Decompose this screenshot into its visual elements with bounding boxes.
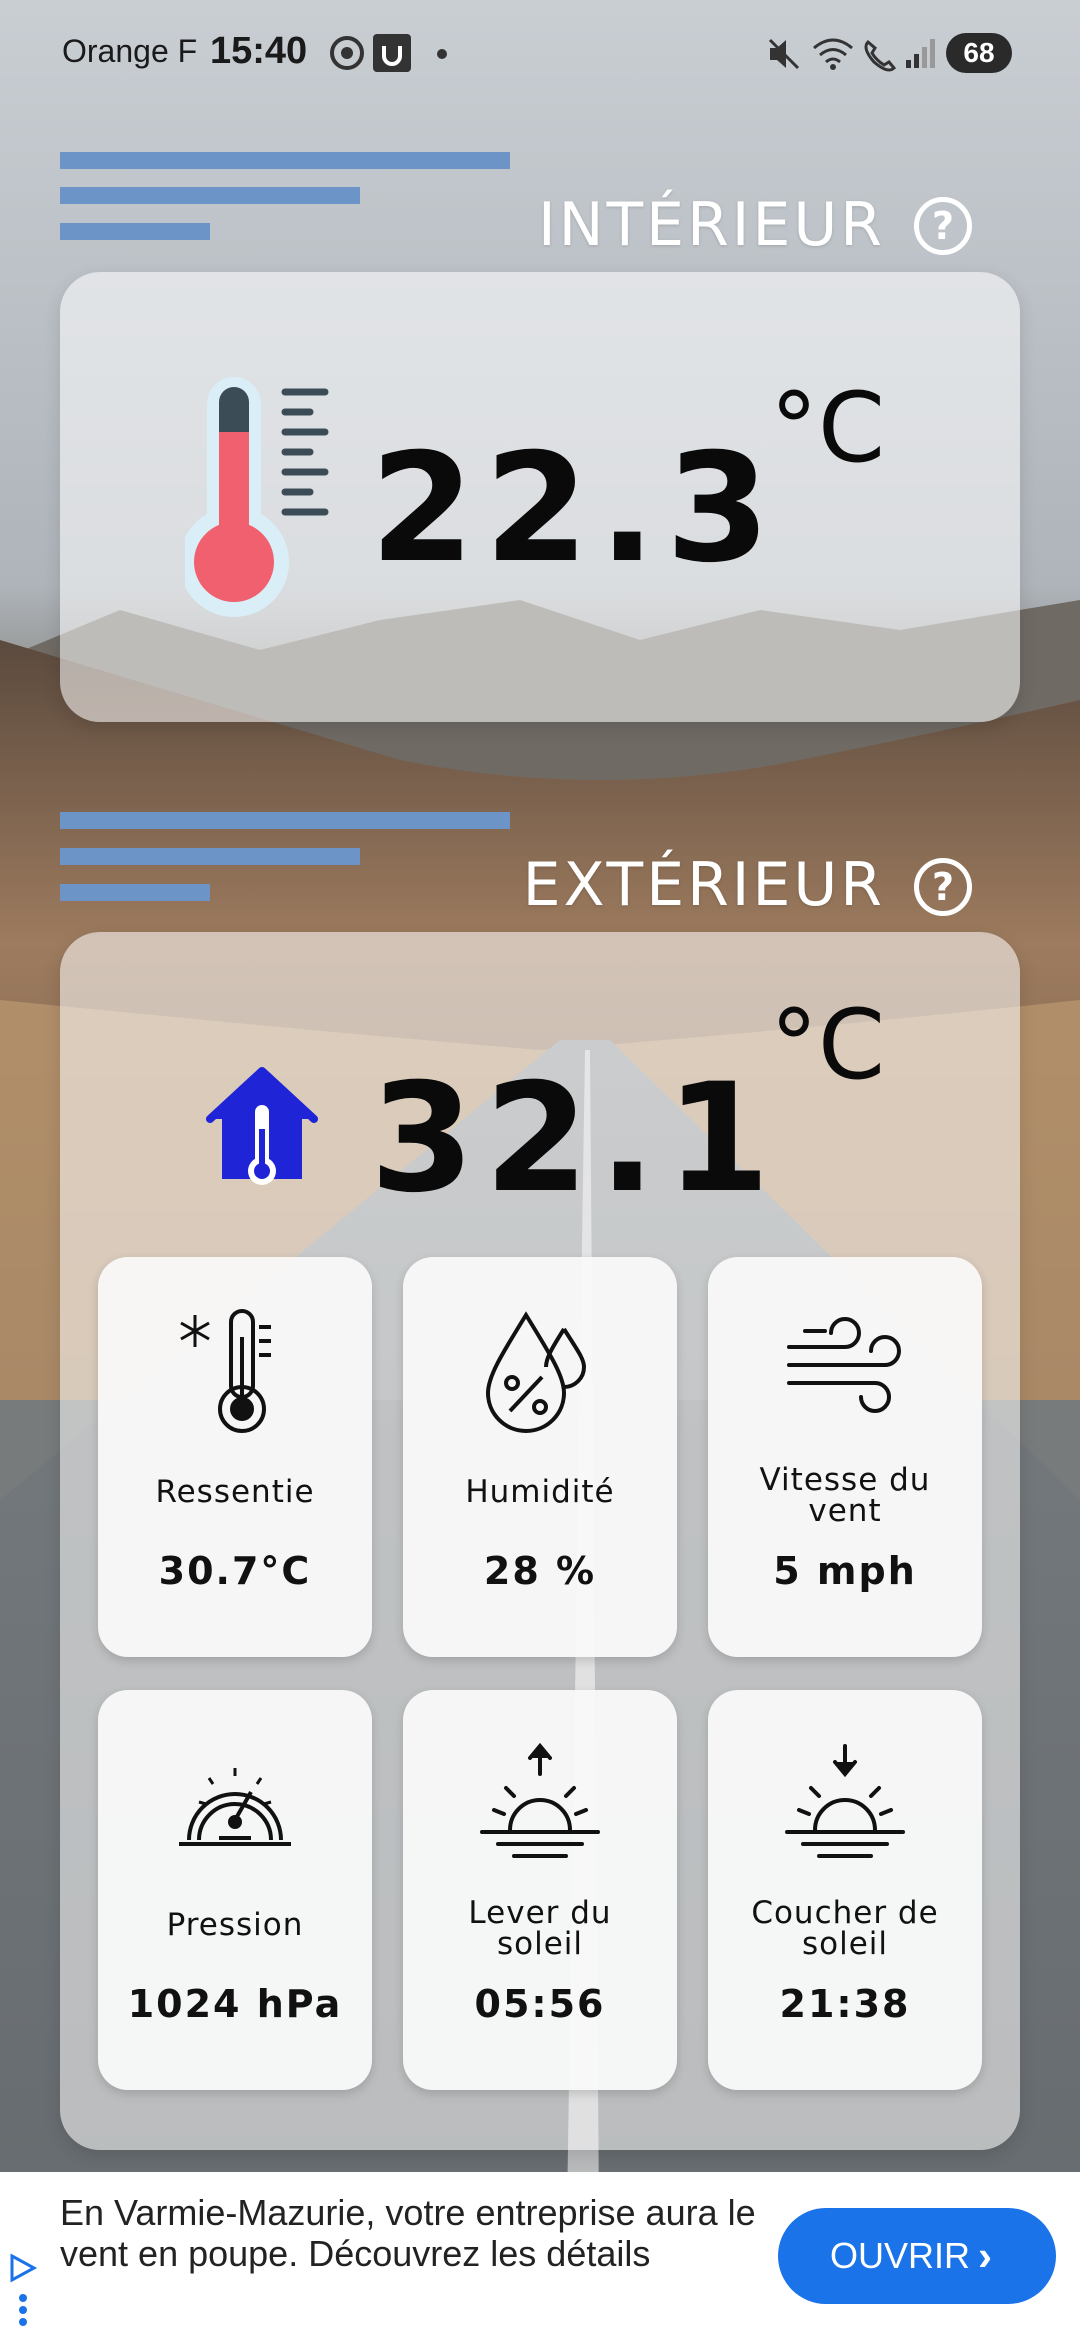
decorative-bar: [60, 884, 210, 901]
interior-help-button[interactable]: ?: [914, 197, 972, 255]
wind-icon: [787, 1317, 901, 1413]
app-notification-icon: [373, 34, 411, 72]
interior-unit: °C: [770, 372, 886, 484]
exterior-title: EXTÉRIEUR: [522, 850, 885, 920]
wifi-icon: [813, 38, 853, 70]
mute-icon: [768, 38, 800, 70]
wind-speed-card[interactable]: Vitesse du vent 5 mph: [708, 1257, 982, 1657]
interior-title: INTÉRIEUR: [537, 190, 885, 260]
sunrise-card[interactable]: Lever du soleil 05:56: [403, 1690, 677, 2090]
decorative-bar: [60, 152, 510, 169]
more-notifications-dot-icon: [437, 49, 447, 59]
ad-banner[interactable]: En Varmie-Mazurie, votre entreprise aura…: [0, 2172, 1080, 2340]
battery-indicator: 68: [946, 33, 1012, 73]
house-thermometer-icon: [206, 1067, 318, 1185]
thermometer-icon: [185, 377, 329, 617]
carrier-name: Orange F: [62, 33, 198, 69]
interior-temperature: 22.3: [370, 422, 781, 596]
gauge-icon: [179, 1768, 291, 1846]
exterior-help-button[interactable]: ?: [914, 858, 972, 916]
wind-speed-value: 5 mph: [773, 1549, 917, 1593]
decorative-bar: [60, 848, 360, 865]
status-time: 15:40: [210, 30, 308, 72]
sunrise-icon: [480, 1742, 600, 1858]
status-bar: Orange F 15:40 68: [0, 0, 1080, 110]
feels-like-label: Ressentie: [155, 1474, 315, 1510]
sunrise-value: 05:56: [474, 1982, 606, 2026]
humidity-label: Humidité: [465, 1474, 615, 1510]
sunrise-label: Lever du soleil: [468, 1895, 612, 1962]
feels-like-card[interactable]: Ressentie 30.7°C: [98, 1257, 372, 1657]
sunset-label: Coucher de soleil: [751, 1895, 939, 1962]
exterior-temperature: 32.1: [370, 1052, 781, 1226]
pressure-value: 1024 hPa: [127, 1982, 343, 2026]
decorative-bar: [60, 812, 510, 829]
ad-open-label: OUVRIR: [830, 2235, 971, 2276]
humidity-card[interactable]: Humidité 28 %: [403, 1257, 677, 1657]
exterior-panel: 32.1 °C Ressentie 30.7°C Humidité 28 % V…: [60, 932, 1020, 2150]
ad-text: En Varmie-Mazurie, votre entreprise aura…: [60, 2192, 756, 2274]
sunset-icon: [785, 1744, 905, 1858]
wind-speed-label: Vitesse du vent: [759, 1462, 931, 1529]
feels-like-icon: [180, 1309, 271, 1433]
exterior-unit: °C: [770, 989, 886, 1101]
wifi-calling-icon: [864, 39, 897, 72]
pressure-card[interactable]: Pression 1024 hPa: [98, 1690, 372, 2090]
feels-like-value: 30.7°C: [158, 1549, 312, 1593]
ad-open-button[interactable]: OUVRIR ›: [778, 2208, 1056, 2304]
decorative-bar: [60, 187, 360, 204]
sunset-card[interactable]: Coucher de soleil 21:38: [708, 1690, 982, 2090]
ad-choices-icon[interactable]: [8, 2252, 38, 2332]
signal-icon: [906, 39, 935, 68]
decorative-bar: [60, 223, 210, 240]
interior-panel: 22.3 °C: [60, 272, 1020, 722]
sunset-value: 21:38: [779, 1982, 911, 2026]
humidity-icon: [485, 1311, 587, 1433]
chevron-right-icon: ›: [978, 2232, 992, 2279]
humidity-value: 28 %: [483, 1549, 597, 1593]
pressure-label: Pression: [166, 1907, 304, 1943]
chrome-icon: [330, 36, 364, 70]
